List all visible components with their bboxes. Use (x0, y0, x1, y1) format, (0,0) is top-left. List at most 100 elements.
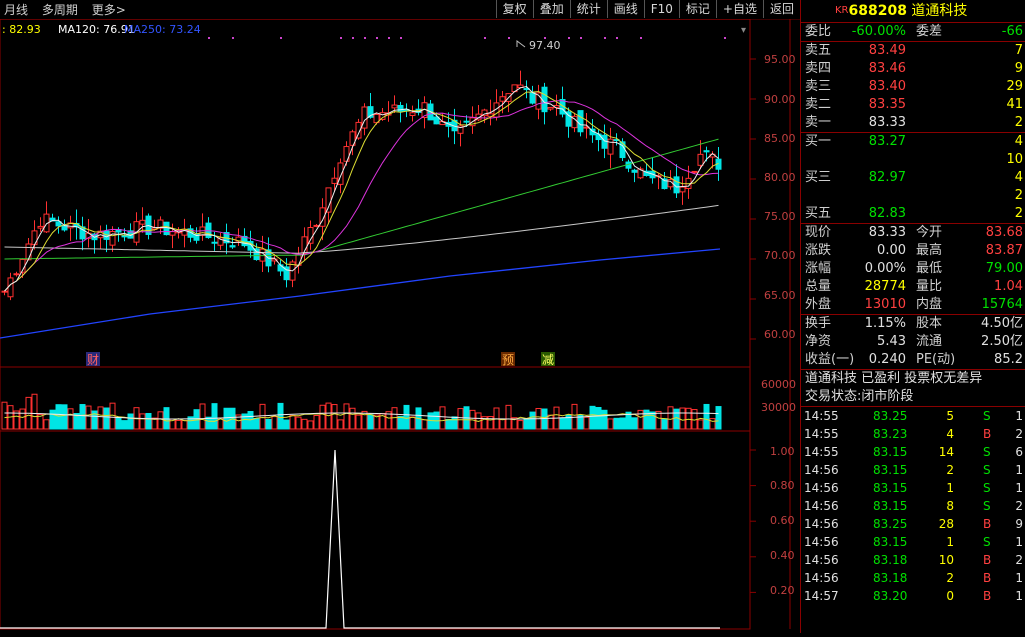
ask-row-4[interactable]: 卖四 83.46 9 (801, 60, 1025, 78)
ask-row-2[interactable]: 卖二 83.35 41 (801, 96, 1025, 114)
candle-body (122, 236, 127, 237)
signal-dot (280, 37, 282, 39)
event-tag-2[interactable]: 预 (502, 353, 514, 367)
volume-bar (284, 420, 289, 429)
volume-bar (710, 419, 715, 429)
stock-title: KR688208 道通科技 (801, 0, 1025, 22)
fund-value: 1.15% (865, 315, 906, 333)
candle-body (542, 87, 547, 111)
fund-label: 股本 (916, 315, 942, 333)
volume-bar (14, 411, 19, 429)
volume-bar (398, 416, 403, 429)
tick-price: 83.15 (873, 497, 907, 515)
candle-body (8, 278, 13, 297)
volume-bar (314, 416, 319, 429)
ask-label: 卖二 (805, 96, 831, 114)
quote-value: 0.00 (877, 242, 906, 260)
ask-vol: 2 (1015, 114, 1023, 132)
volume-tick-0: 60000 (761, 378, 796, 391)
weibi-row: 委比 -60.00% 委差 -66 (801, 22, 1025, 41)
draw-button[interactable]: 画线 (607, 0, 644, 18)
more-button[interactable]: 更多> (92, 3, 126, 17)
tick-price: 83.15 (873, 443, 907, 461)
volume-bar (158, 412, 163, 429)
tick-count: 9 (1015, 515, 1023, 533)
ask-row-1[interactable]: 卖一 83.33 2 (801, 114, 1025, 132)
tick-side: S (983, 443, 991, 461)
tick-time: 14:55 (804, 425, 839, 443)
volume-bar (368, 415, 373, 429)
info-block: 道通科技 已盈利 投票权无差异 交易状态:闭市阶段 (801, 369, 1025, 406)
tick-count: 1 (1015, 461, 1023, 479)
back-button[interactable]: 返回 (763, 0, 800, 18)
ind-tick-2: 0.60 (770, 514, 795, 527)
volume-bar (254, 418, 259, 429)
event-tag-3[interactable]: 减 (542, 353, 554, 367)
tick-price: 83.15 (873, 479, 907, 497)
volume-bar (422, 420, 427, 429)
fund-value: 5.43 (877, 333, 906, 351)
bid-row-2[interactable]: 10 (801, 151, 1025, 169)
tick-volume: 14 (939, 443, 954, 461)
quote-label: 总量 (805, 278, 831, 296)
tick-row: 14:56 83.18 10 B 2 (801, 551, 1025, 569)
ask-row-5[interactable]: 卖五 83.49 7 (801, 42, 1025, 60)
fund-row: 净资 5.43 流通 2.50亿 (801, 333, 1025, 351)
weibi-value: -60.00% (852, 23, 906, 41)
tick-count: 2 (1015, 425, 1023, 443)
overlay-button[interactable]: 叠加 (533, 0, 570, 18)
chart-area[interactable]: : 82.93 MA120: 76.91 MA250: 73.24 ▾ 95.0… (0, 19, 800, 633)
multi-period-button[interactable]: 多周期 (42, 3, 78, 17)
stock-code: 688208 (849, 3, 907, 19)
ask-book: 卖五 83.49 7 卖四 83.46 9 卖三 83.40 29 卖二 83.35 41 卖一… (801, 41, 1025, 132)
volume-bar (518, 421, 523, 429)
tick-side: S (983, 407, 991, 425)
quote-label: 现价 (805, 224, 831, 242)
tick-count: 1 (1015, 533, 1023, 551)
tick-volume: 4 (946, 425, 954, 443)
peak-label: 97.40 (529, 39, 561, 52)
signal-dot (508, 37, 510, 39)
tick-list[interactable]: 14:55 83.25 5 S 1 14:55 83.23 4 B 2 14:55 83.15 14 S 6… (801, 406, 1025, 605)
ask-row-3[interactable]: 卖三 83.40 29 (801, 78, 1025, 96)
bid-row-1[interactable]: 买一 83.27 4 (801, 133, 1025, 151)
kline-chart[interactable]: : 82.93 MA120: 76.91 MA250: 73.24 ▾ 95.0… (0, 19, 800, 633)
signal-dot (388, 37, 390, 39)
tick-time: 14:56 (804, 533, 839, 551)
tick-side: S (983, 479, 991, 497)
period-monthly-button[interactable]: 月线 (4, 3, 28, 17)
f10-button[interactable]: F10 (644, 0, 679, 18)
volume-bar (122, 421, 127, 429)
candle-body (578, 111, 583, 132)
candle-body (164, 222, 169, 234)
event-tag-1[interactable]: 财 (87, 353, 99, 367)
chart-close-icon[interactable]: ▾ (741, 25, 746, 36)
bid-book: 买一 83.27 4 10 买三 82.97 4 2 买五 82.83 2 (801, 132, 1025, 223)
bid-row-5[interactable]: 买五 82.83 2 (801, 205, 1025, 223)
adjust-button[interactable]: 复权 (496, 0, 533, 18)
volume-bar (530, 412, 535, 429)
ask-label: 卖五 (805, 42, 831, 60)
stats-button[interactable]: 统计 (570, 0, 607, 18)
ask-price: 83.33 (869, 114, 906, 132)
signal-dots (208, 37, 726, 39)
candle-body (410, 113, 415, 116)
volume-bar (668, 407, 673, 429)
volume-bar (410, 417, 415, 429)
volume-bar (560, 418, 565, 429)
volume-bar (278, 403, 283, 429)
tick-volume: 10 (939, 551, 954, 569)
mark-button[interactable]: 标记 (679, 0, 716, 18)
bid-label: 买一 (805, 133, 831, 151)
add-watchlist-button[interactable]: +自选 (716, 0, 763, 18)
volume-bar (608, 419, 613, 429)
candle-body (212, 242, 217, 243)
candle-body (140, 220, 145, 224)
bid-row-3[interactable]: 买三 82.97 4 (801, 169, 1025, 187)
price-gridlines (750, 59, 756, 339)
bid-row-4[interactable]: 2 (801, 187, 1025, 205)
signal-dot (232, 37, 234, 39)
signal-dot (580, 37, 582, 39)
quote-value: 1.04 (994, 278, 1023, 296)
candle-body (704, 151, 709, 152)
